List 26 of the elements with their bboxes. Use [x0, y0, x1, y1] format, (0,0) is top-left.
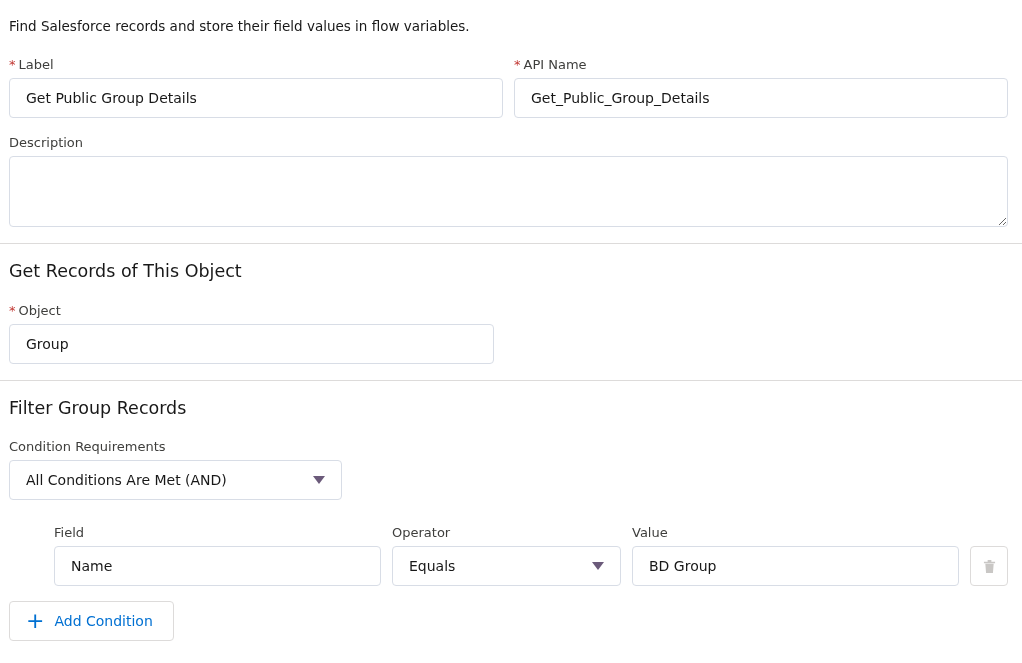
intro-text: Find Salesforce records and store their field values in flow variables. [9, 17, 471, 36]
required-mark: * [514, 57, 521, 72]
field-label: API Name [523, 57, 587, 72]
field-label: Operator [392, 524, 452, 542]
field-label: Object [18, 303, 61, 318]
required-mark: * [9, 303, 16, 318]
add-condition-button[interactable]: + Add Condition [9, 601, 174, 641]
field-input[interactable]: Name [54, 546, 381, 586]
required-mark: * [9, 57, 16, 72]
section-heading: Filter Group Records [9, 397, 188, 420]
description-textarea[interactable] [9, 156, 1008, 227]
caret-icon [592, 562, 604, 570]
operator-select[interactable]: Equals [392, 546, 621, 586]
object-input[interactable]: Group [9, 324, 494, 364]
trash-icon [982, 558, 996, 574]
field-label: Description [9, 134, 85, 152]
field-label: Value [632, 524, 669, 542]
condition-requirements-select[interactable]: All Conditions Are Met (AND) [9, 460, 342, 500]
caret-icon [313, 476, 325, 484]
field-label: Condition Requirements [9, 438, 167, 456]
field-label: Label [18, 57, 54, 72]
label-input[interactable]: Get Public Group Details [9, 78, 503, 118]
field-label: Field [54, 524, 85, 542]
api-name-input[interactable]: Get_Public_Group_Details [514, 78, 1008, 118]
section-heading: Get Records of This Object [9, 260, 243, 283]
value-input[interactable]: BD Group [632, 546, 959, 586]
